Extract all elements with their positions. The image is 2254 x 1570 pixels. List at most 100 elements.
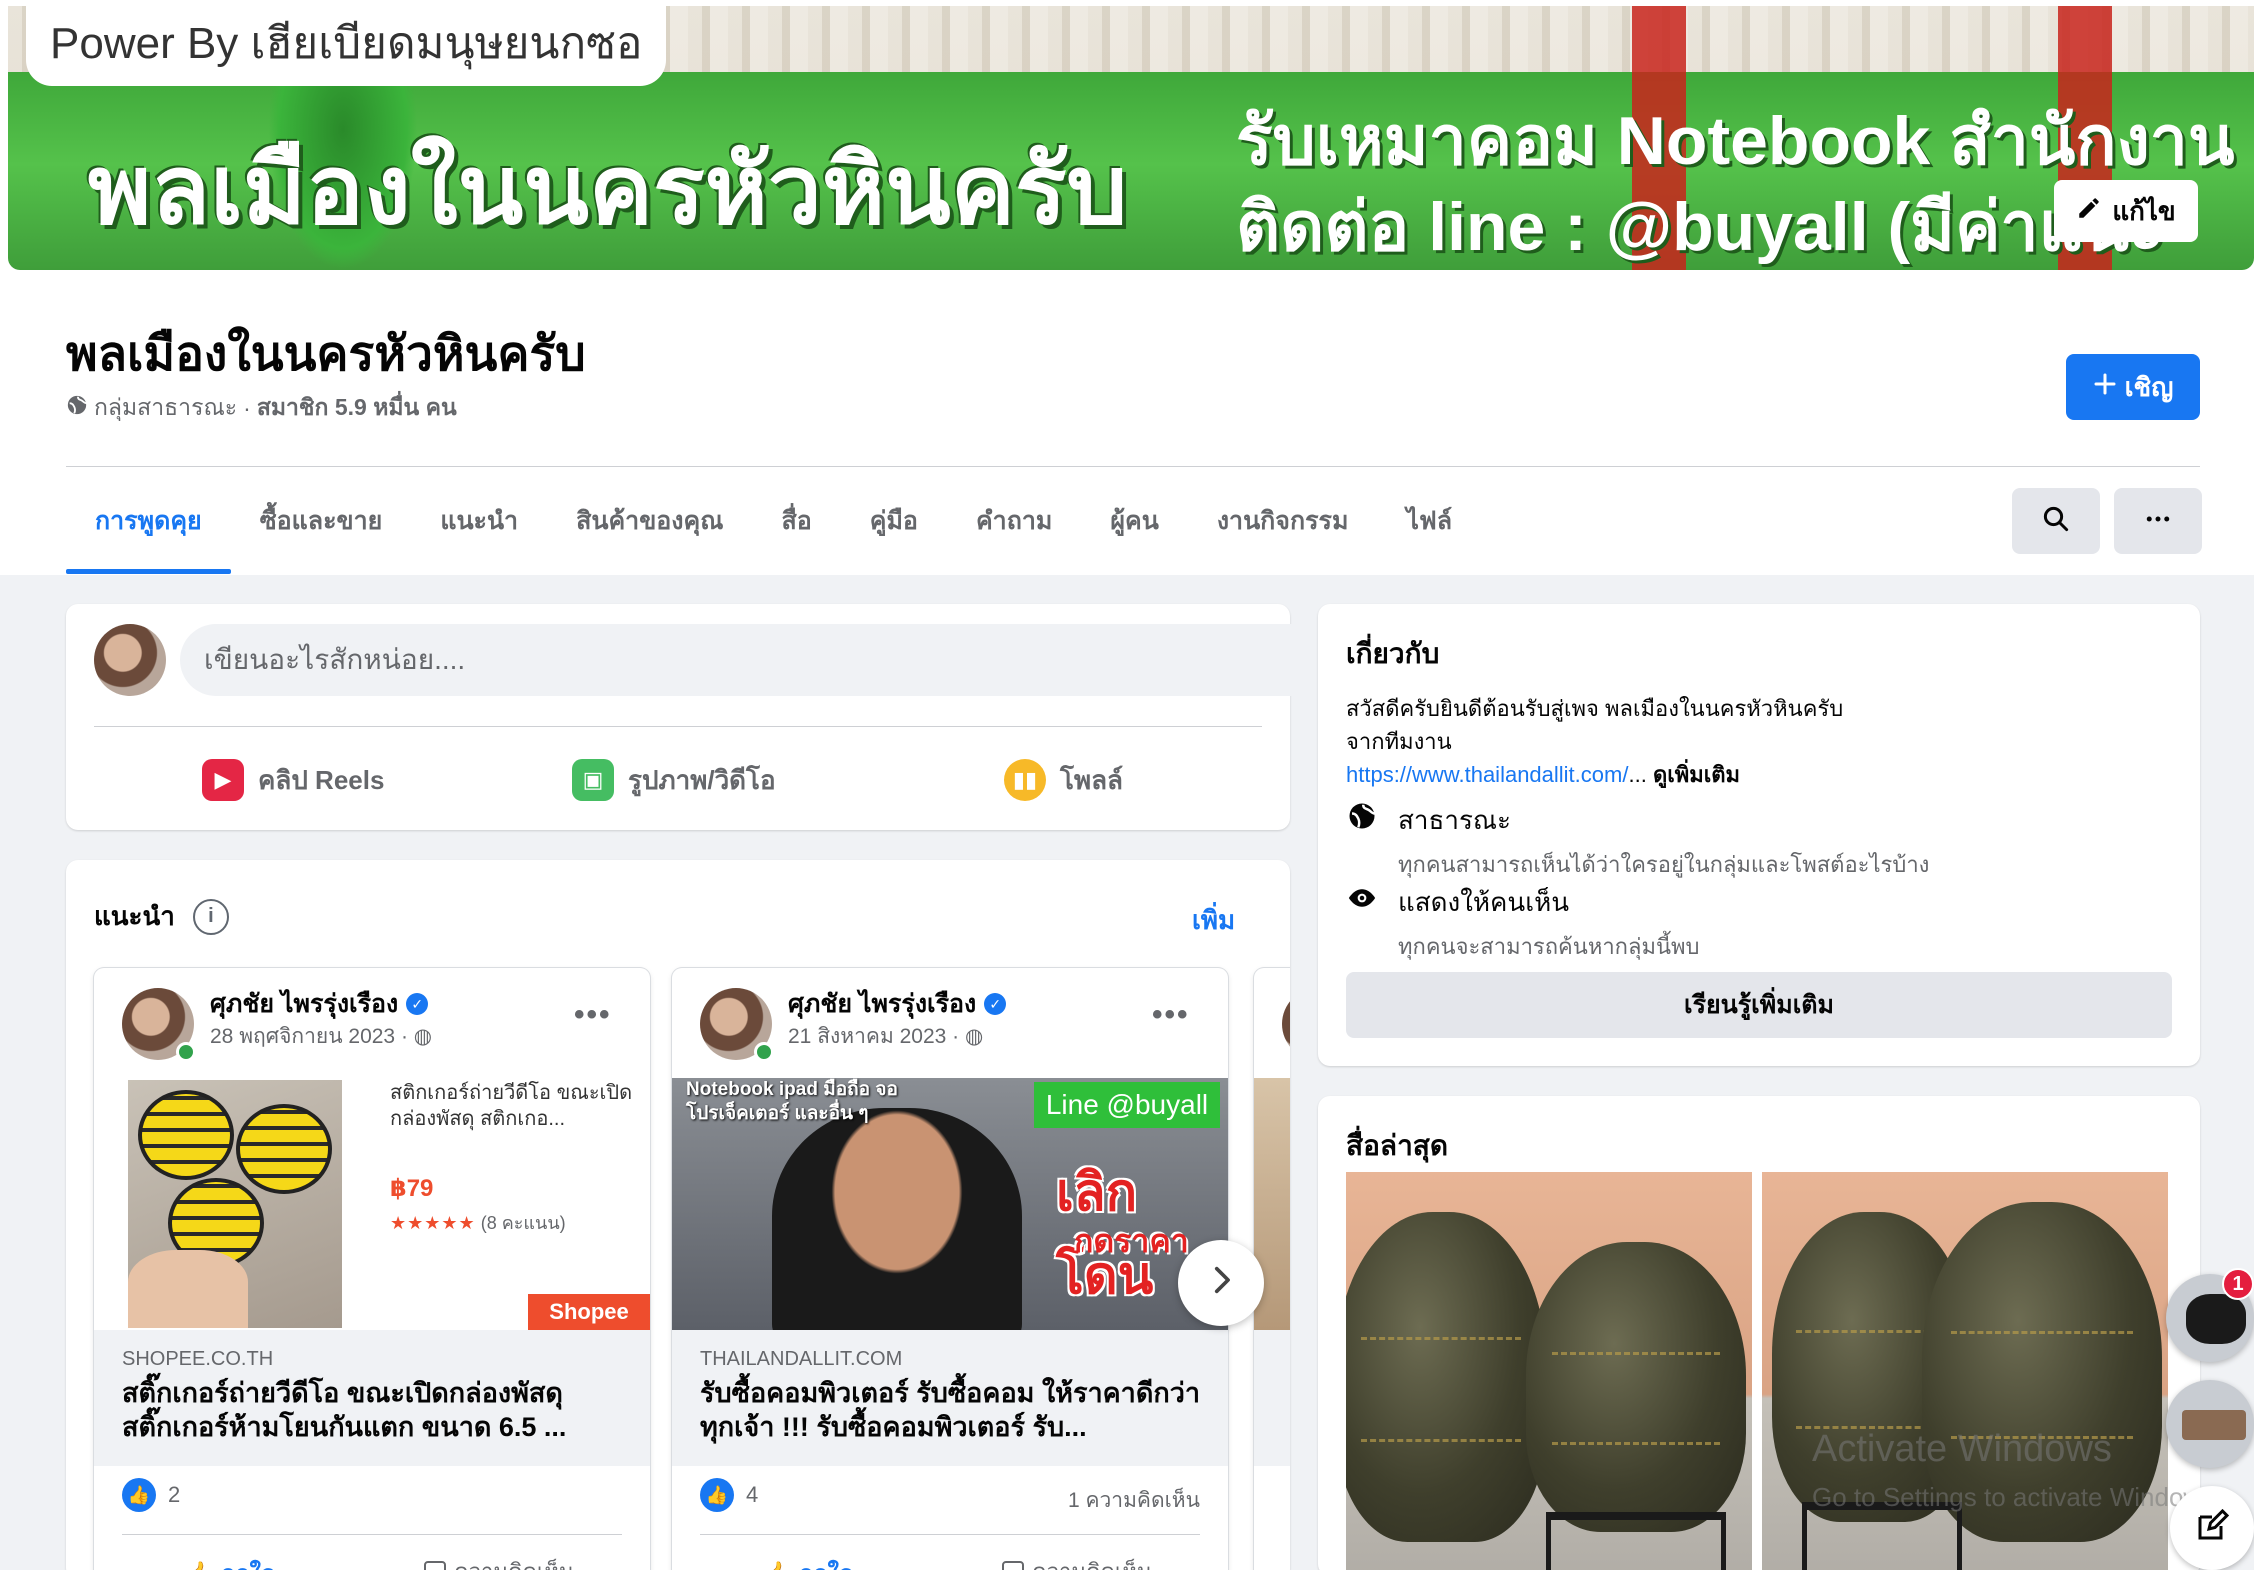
featured-more-link[interactable]: เพิ่ม xyxy=(1192,900,1235,941)
post-author: ศุภชัย ไพรรุ่งเรือง ✓ xyxy=(788,984,1007,1024)
tab-questions[interactable]: คำถาม xyxy=(947,468,1081,574)
learn-more-button[interactable]: เรียนรู้เพิ่มเติม xyxy=(1346,972,2172,1038)
carousel-next-button[interactable] xyxy=(1178,1240,1264,1326)
edit-cover-label: แก้ไข xyxy=(2112,195,2176,226)
like-reaction-icon: 👍 xyxy=(700,1478,734,1512)
video-subheadline: กดราคา xyxy=(1074,1223,1189,1259)
reels-button[interactable]: ▶ คลิป Reels xyxy=(202,752,384,808)
plus-icon xyxy=(2093,372,2117,403)
like-button[interactable]: 👍 ถูกใจ xyxy=(184,1554,275,1570)
user-avatar[interactable] xyxy=(94,624,166,696)
link-preview[interactable] xyxy=(1254,1330,1290,1466)
reels-icon: ▶ xyxy=(202,759,244,801)
online-indicator xyxy=(754,1042,774,1062)
tab-guides[interactable]: คู่มือ xyxy=(841,468,947,574)
edit-cover-button[interactable]: แก้ไข xyxy=(2054,180,2198,242)
globe-icon xyxy=(1346,800,1378,832)
activate-windows-subtext: Go to Settings to activate Windows. xyxy=(1812,1482,2223,1512)
jar-shape xyxy=(1526,1242,1746,1532)
photo-video-button[interactable]: ▣ รูปภาพ/วิดีโอ xyxy=(572,752,776,808)
featured-post: ศุภชัย ไพรรุ่งเรือง ✓ 28 พฤศจิกายน 2023 … xyxy=(94,968,650,1570)
link-preview[interactable]: THAILANDALLIT.COM รับซื้อคอมพิวเตอร์ รับ… xyxy=(672,1330,1228,1466)
link-preview[interactable]: SHOPEE.CO.TH สติ๊กเกอร์ถ่ายวีดีโอ ขณะเปิ… xyxy=(94,1330,650,1466)
hand-shape xyxy=(128,1250,248,1328)
composer-divider xyxy=(94,726,1262,727)
post-date-text[interactable]: 28 พฤศจิกายน 2023 · xyxy=(210,1025,408,1048)
like-count: 4 xyxy=(746,1482,759,1507)
about-public-row: สาธารณะ ทุกคนสามารถเห็นได้ว่าใครอยู่ในกล… xyxy=(1346,800,1929,882)
media-thumbnail[interactable] xyxy=(1346,1172,1752,1570)
about-link[interactable]: https://www.thailandallit.com/ xyxy=(1346,762,1628,787)
info-icon[interactable]: i xyxy=(192,898,229,935)
group-members[interactable]: สมาชิก 5.9 หมื่น คน xyxy=(257,390,457,426)
compose-icon xyxy=(2194,1508,2230,1549)
poll-icon: ▮▮ xyxy=(1004,759,1046,801)
post-more-icon[interactable]: ••• xyxy=(574,998,612,1032)
new-message-button[interactable] xyxy=(2170,1486,2254,1570)
jar-stand xyxy=(1546,1512,1726,1570)
featured-section: แนะนำ i เพิ่ม ศุภชัย ไพรรุ่งเรือง ✓ 28 พ… xyxy=(66,860,1290,1570)
chat-head[interactable] xyxy=(2166,1380,2254,1468)
tab-files[interactable]: ไฟล์ xyxy=(1377,468,1481,574)
like-label: ถูกใจ xyxy=(799,1561,854,1570)
thumbs-up-icon: 👍 xyxy=(762,1561,799,1570)
invite-label: เชิญ xyxy=(2124,371,2174,402)
author-name[interactable]: ศุภชัย ไพรรุ่งเรือง xyxy=(788,984,976,1024)
poll-button[interactable]: ▮▮ โพลล์ xyxy=(1004,752,1123,808)
cover-big-text: พลเมืองในนครหัวหินครับ xyxy=(88,137,1128,244)
tab-people[interactable]: ผู้คน xyxy=(1081,468,1187,574)
about-card: เกี่ยวกับ สวัสดีครับยินดีต้อนรับสู่เพจ พ… xyxy=(1318,604,2200,1066)
chat-head-image xyxy=(2182,1410,2246,1440)
visible-description: ทุกคนจะสามารถค้นหากลุ่มนี้พบ xyxy=(1398,934,1700,959)
video-thumbnail: Notebook ipad มือถือ จอ โปรเจ็คเตอร์ และ… xyxy=(672,1078,1228,1330)
author-avatar[interactable] xyxy=(1282,988,1290,1060)
search-icon xyxy=(2041,504,2071,539)
post-more-icon[interactable]: ••• xyxy=(1152,998,1190,1032)
composer-input[interactable]: เขียนอะไรสักหน่อย.... xyxy=(180,624,1326,696)
like-button[interactable]: 👍 ถูกใจ xyxy=(762,1554,853,1570)
more-dots-icon xyxy=(2143,504,2173,539)
shopee-badge: Shopee xyxy=(528,1294,650,1330)
tab-featured[interactable]: แนะนำ xyxy=(411,468,547,574)
reaction-summary[interactable]: 👍 2 xyxy=(122,1478,180,1512)
tab-media[interactable]: สื่อ xyxy=(752,468,840,574)
comment-count[interactable]: 1 ความคิดเห็น xyxy=(1068,1484,1200,1517)
invite-button[interactable]: เชิญ xyxy=(2066,354,2200,420)
activate-windows-watermark: Activate Windows xyxy=(1812,1428,2112,1470)
shop-description: สติกเกอร์ถ่ายวีดีโอ ขณะเปิดกล่องพัสดุ สต… xyxy=(390,1082,633,1130)
comment-icon xyxy=(1002,1560,1024,1570)
featured-title: แนะนำ xyxy=(94,901,175,931)
comment-label: ความคิดเห็น xyxy=(1032,1554,1152,1570)
comment-button[interactable]: ความคิดเห็น xyxy=(424,1554,574,1570)
shop-preview[interactable]: สติกเกอร์ถ่ายวีดีโอ ขณะเปิดกล่องพัสดุ สต… xyxy=(94,1078,650,1330)
shop-review-count: (8 คะแนน) xyxy=(480,1213,566,1233)
shop-product-image xyxy=(128,1080,342,1328)
video-person xyxy=(772,1108,1022,1330)
cover-power-text: Power By เฮียเบียดมนุษยนกซอ xyxy=(26,6,667,86)
link-domain: THAILANDALLIT.COM xyxy=(700,1348,903,1370)
link-title: สติ๊กเกอร์ถ่ายวีดีโอ ขณะเปิดกล่องพัสดุ ส… xyxy=(122,1378,567,1442)
group-search-button[interactable] xyxy=(2012,488,2100,554)
video-preview[interactable]: Notebook ipad มือถือ จอ โปรเจ็คเตอร์ และ… xyxy=(672,1078,1228,1330)
tab-buy-sell[interactable]: ซื้อและขาย xyxy=(231,468,412,574)
like-label: ถูกใจ xyxy=(221,1561,276,1570)
see-more-link[interactable]: ดูเพิ่มเติม xyxy=(1653,762,1740,787)
line-badge: Line @buyall xyxy=(1034,1082,1220,1128)
tab-events[interactable]: งานกิจกรรม xyxy=(1188,468,1378,574)
reaction-summary[interactable]: 👍 4 xyxy=(700,1478,758,1512)
comment-button[interactable]: ความคิดเห็น xyxy=(1002,1554,1152,1570)
tab-your-items[interactable]: สินค้าของคุณ xyxy=(547,468,752,574)
group-title[interactable]: พลเมืองในนครหัวหินครับ xyxy=(66,316,586,392)
post-date-text[interactable]: 21 สิงหาคม 2023 · xyxy=(788,1025,959,1048)
about-title: เกี่ยวกับ xyxy=(1346,638,1440,669)
about-visible-row: แสดงให้คนเห็น ทุกคนจะสามารถค้นหากลุ่มนี้… xyxy=(1346,882,1699,964)
post-composer: เขียนอะไรสักหน่อย.... ▶ คลิป Reels ▣ รูป… xyxy=(66,604,1326,830)
meta-separator: · xyxy=(243,394,251,421)
online-indicator xyxy=(176,1042,196,1062)
tab-discussion[interactable]: การพูดคุย xyxy=(66,468,231,574)
group-more-button[interactable] xyxy=(2114,488,2202,554)
author-name[interactable]: ศุภชัย ไพรรุ่งเรือง xyxy=(210,984,398,1024)
eye-icon xyxy=(1346,882,1378,914)
reels-label: คลิป Reels xyxy=(258,764,385,795)
chat-head-image xyxy=(2186,1294,2246,1344)
